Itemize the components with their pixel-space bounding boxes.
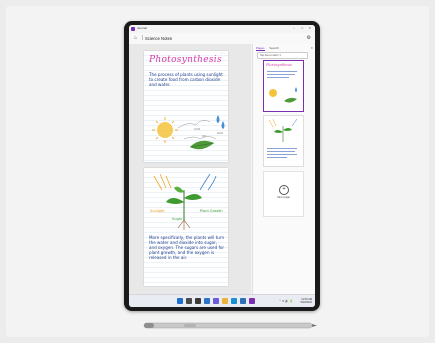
tablet-device: Journal – □ ✕ ⌂ | Science Notes ⚙ ⤢ ⋯ Ph… (124, 21, 320, 311)
photosynthesis-sketch: CO2 O2 H2O (152, 115, 225, 150)
home-icon[interactable]: ⌂ (134, 36, 137, 41)
water-arrows (199, 173, 217, 191)
journal-page-2[interactable]: ⋯ Sunlight Sugar Plant Growth More speci… (144, 168, 228, 286)
notebook-title[interactable]: Science Notes (145, 36, 172, 42)
app-title: Journal (137, 26, 147, 30)
thumbnail-sketch (268, 118, 298, 142)
thumbnail-text-line (267, 154, 297, 155)
edge-icon[interactable] (231, 298, 237, 304)
add-icon: + (279, 185, 289, 195)
thumbnail-text-line (267, 71, 297, 72)
journal-canvas[interactable]: ⤢ ⋯ Photosynthesis The process of plants… (129, 44, 251, 295)
search-icon[interactable] (186, 298, 192, 304)
add-page-label: Add a page (277, 196, 290, 199)
widgets-icon[interactable] (204, 298, 210, 304)
task-view-icon[interactable] (195, 298, 201, 304)
tab-search[interactable]: Search (269, 46, 279, 50)
page-thumbnail-1[interactable]: Photosynthesis (263, 60, 304, 112)
close-icon[interactable]: ✕ (308, 26, 311, 31)
surface-pen (143, 322, 317, 329)
thumbnail-text-line (267, 157, 287, 158)
panel-tabs: Pages Search (256, 46, 283, 51)
water-drop-icon (216, 115, 225, 129)
gear-icon[interactable]: ⚙ (307, 35, 311, 41)
tab-pages[interactable]: Pages (256, 46, 265, 51)
start-icon[interactable] (177, 298, 183, 304)
sunlight-label: Sunlight (150, 209, 165, 213)
thumbnail-sketch (269, 87, 297, 103)
chat-icon[interactable] (213, 298, 219, 304)
tablet-screen: Journal – □ ✕ ⌂ | Science Notes ⚙ ⤢ ⋯ Ph… (129, 25, 315, 307)
plant-growth-sketch: Sunlight Sugar Plant Growth (150, 173, 223, 230)
pages-panel: Pages Search ✕ Tap here to add / 1 Photo… (252, 44, 315, 295)
co2-label: CO2 (194, 127, 201, 131)
o2-label: O2 (202, 134, 206, 138)
page-selector[interactable]: Tap here to add / 1 (257, 52, 308, 59)
window-titlebar: Journal – □ ✕ (129, 25, 315, 33)
thumbnail-title: Photosynthesis (266, 63, 292, 67)
sunlight-arrows (153, 173, 172, 191)
leaf-icon (189, 140, 215, 150)
add-page-button[interactable]: + Add a page (263, 171, 304, 217)
plant-growth-label: Plant Growth (200, 209, 223, 213)
page-thumbnail-2[interactable] (263, 115, 304, 167)
clock-date: 5/23/2022 (300, 301, 312, 304)
sun-icon (152, 117, 178, 143)
thumbnail-text-line (267, 151, 295, 152)
sugar-label: Sugar (172, 217, 183, 221)
plant-icon (166, 186, 202, 220)
file-explorer-icon[interactable] (222, 298, 228, 304)
thumbnail-text-line (267, 77, 289, 78)
journal-page-1[interactable]: ⤢ ⋯ Photosynthesis The process of plants… (144, 51, 228, 162)
journal-app-icon (131, 27, 135, 31)
maximize-icon[interactable]: □ (301, 26, 303, 31)
clock[interactable]: 11:50 AM 5/23/2022 (300, 298, 312, 305)
taskbar: ⌃ ᯤ 🔊 🔋 11:50 AM 5/23/2022 (129, 294, 315, 307)
minimize-icon[interactable]: – (293, 26, 295, 31)
close-icon[interactable]: ✕ (310, 46, 313, 50)
breadcrumb-separator: | (142, 35, 144, 41)
h2o-label: H2O (217, 131, 224, 135)
store-icon[interactable] (240, 298, 246, 304)
journal-icon[interactable] (249, 298, 255, 304)
thumbnail-text-line (267, 74, 295, 75)
system-tray-icons[interactable]: ⌃ ᯤ 🔊 🔋 (279, 299, 293, 303)
page-body-ink: More specifically, the plants will turn … (149, 235, 225, 260)
thumbnail-text-line (267, 148, 297, 149)
